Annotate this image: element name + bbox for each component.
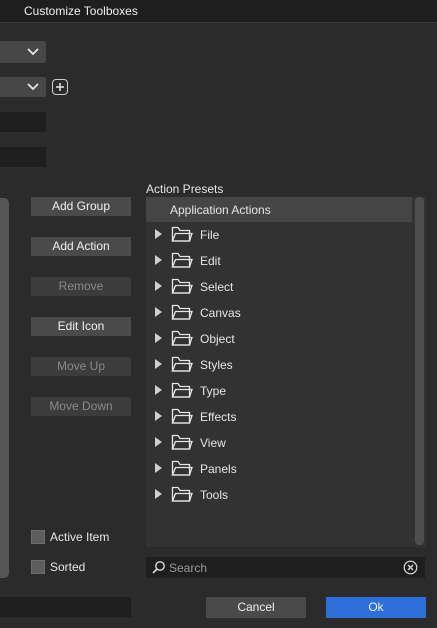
expand-arrow-icon[interactable]: [155, 281, 162, 291]
folder-icon: [171, 226, 193, 242]
tree-item-label: Styles: [200, 358, 233, 372]
tree-scrollbar[interactable]: [415, 197, 424, 545]
toolbox-dropdown[interactable]: [0, 41, 46, 63]
folder-icon: [171, 460, 193, 476]
expand-arrow-icon[interactable]: [155, 307, 162, 317]
checkbox-box[interactable]: [31, 530, 45, 544]
tree-item-label: Effects: [200, 410, 237, 424]
expand-arrow-icon[interactable]: [155, 411, 162, 421]
tree-item-label: Select: [200, 280, 234, 294]
tree-item-label: Edit: [200, 254, 221, 268]
ok-button[interactable]: Ok: [326, 597, 426, 618]
checkbox-label: Sorted: [50, 560, 86, 574]
tree-item-label: Type: [200, 384, 227, 398]
move-down-button[interactable]: Move Down: [31, 397, 131, 416]
expand-arrow-icon[interactable]: [155, 255, 162, 265]
tree-item-type[interactable]: Type: [146, 378, 412, 404]
tooltip-field[interactable]: [0, 147, 46, 167]
folder-icon: [171, 408, 193, 424]
folder-icon: [171, 278, 193, 294]
folder-icon: [171, 330, 193, 346]
add-action-button[interactable]: Add Action: [31, 237, 131, 256]
tree-item-label: File: [200, 228, 220, 242]
tree-item-tools[interactable]: Tools: [146, 482, 412, 508]
chevron-down-icon: [27, 48, 39, 56]
tree-item-object[interactable]: Object: [146, 326, 412, 352]
search-box: [146, 557, 425, 578]
circle-x-icon[interactable]: [403, 560, 418, 575]
tree-item-label: Canvas: [200, 306, 241, 320]
expand-arrow-icon[interactable]: [155, 463, 162, 473]
magnifier-icon: [152, 561, 165, 574]
folder-icon: [171, 486, 193, 502]
folder-icon: [171, 252, 193, 268]
folder-icon: [171, 356, 193, 372]
checkbox-label: Active Item: [50, 530, 110, 544]
expand-arrow-icon[interactable]: [155, 489, 162, 499]
tree-item-edit[interactable]: Edit: [146, 248, 412, 274]
tree-item-view[interactable]: View: [146, 430, 412, 456]
tree-item-label: Panels: [200, 462, 237, 476]
tree-item-select[interactable]: Select: [146, 274, 412, 300]
add-toolbox-button[interactable]: [52, 79, 68, 95]
title-bar: Customize Toolboxes: [0, 0, 437, 23]
expand-arrow-icon[interactable]: [155, 437, 162, 447]
checkbox-box[interactable]: [31, 560, 45, 574]
bottom-input-field[interactable]: [0, 597, 131, 617]
tree-item-canvas[interactable]: Canvas: [146, 300, 412, 326]
plus-icon: [56, 83, 64, 91]
tree-root-application-actions[interactable]: Application Actions: [146, 197, 412, 222]
folder-icon: [171, 434, 193, 450]
expand-arrow-icon[interactable]: [155, 385, 162, 395]
window-title: Customize Toolboxes: [24, 4, 138, 18]
action-presets-tree: Application Actions File Edit Select Canvas…: [146, 197, 426, 547]
expand-arrow-icon[interactable]: [155, 333, 162, 343]
chevron-down-icon: [27, 83, 39, 91]
add-group-button[interactable]: Add Group: [31, 197, 131, 216]
tree-item-label: Tools: [200, 488, 229, 502]
toolbox-list-scrollbar[interactable]: [0, 198, 9, 578]
edit-icon-button[interactable]: Edit Icon: [31, 317, 131, 336]
expand-arrow-icon[interactable]: [155, 359, 162, 369]
tree-item-file[interactable]: File: [146, 222, 412, 248]
cancel-button[interactable]: Cancel: [206, 597, 306, 618]
tree-item-panels[interactable]: Panels: [146, 456, 412, 482]
tree-item-styles[interactable]: Styles: [146, 352, 412, 378]
search-input[interactable]: [169, 558, 394, 577]
group-dropdown[interactable]: [0, 77, 46, 97]
remove-button[interactable]: Remove: [31, 277, 131, 296]
action-presets-label: Action Presets: [146, 182, 224, 196]
tree-item-label: Object: [200, 332, 235, 346]
folder-icon: [171, 304, 193, 320]
tree-root-label: Application Actions: [170, 203, 271, 217]
name-field[interactable]: [0, 112, 46, 132]
tree-item-effects[interactable]: Effects: [146, 404, 412, 430]
move-up-button[interactable]: Move Up: [31, 357, 131, 376]
folder-icon: [171, 382, 193, 398]
tree-item-label: View: [200, 436, 226, 450]
expand-arrow-icon[interactable]: [155, 229, 162, 239]
